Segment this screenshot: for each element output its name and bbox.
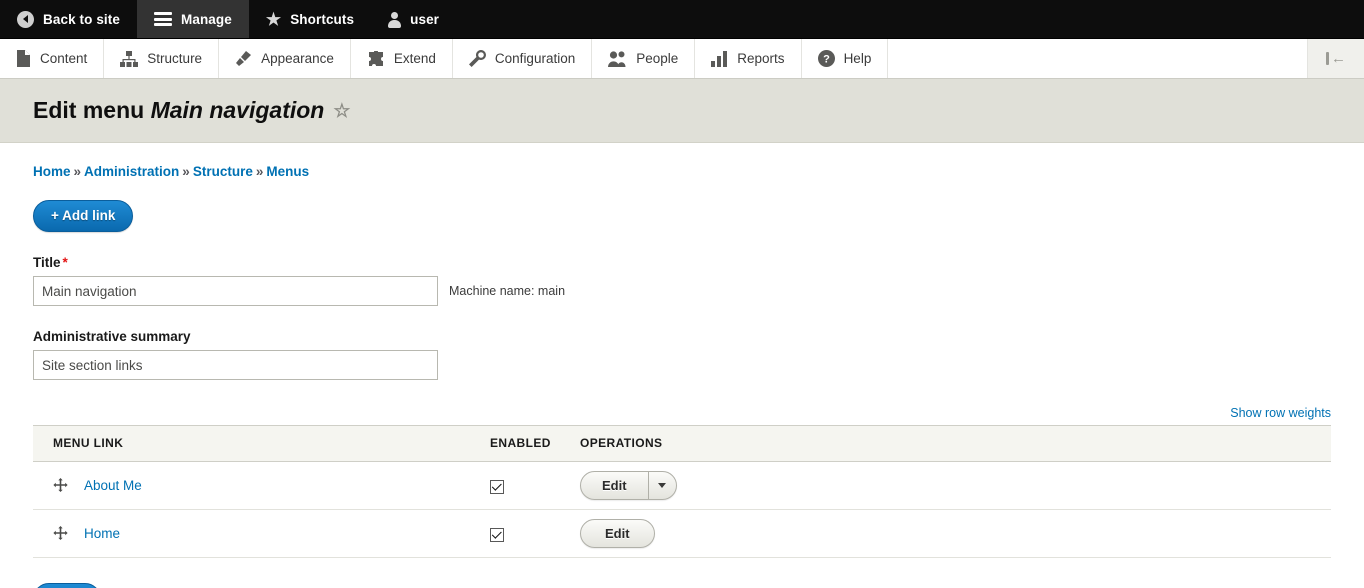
menu-bar-spacer xyxy=(888,39,1308,78)
title-label-text: Title xyxy=(33,255,61,270)
toolbar-collapse-button[interactable]: ← xyxy=(1308,39,1364,78)
chevron-down-icon xyxy=(658,483,667,488)
puzzle-icon xyxy=(367,50,385,67)
menu-item-label: Structure xyxy=(147,51,203,66)
enabled-cell xyxy=(478,509,568,558)
toolbar-item-label: user xyxy=(410,11,440,27)
title-input[interactable] xyxy=(33,276,438,306)
breadcrumb-item-menus[interactable]: Menus xyxy=(266,164,309,179)
move-cross-icon[interactable] xyxy=(53,478,68,493)
summary-field-label: Administrative summary xyxy=(33,329,191,344)
column-header-menu-link: MENU LINK xyxy=(33,425,478,462)
menu-link-cell: About Me xyxy=(33,461,478,510)
menu-item-label: Help xyxy=(843,51,872,66)
menu-item-label: Reports xyxy=(737,51,785,66)
sitemap-icon xyxy=(120,50,139,67)
edit-dropbutton: Edit xyxy=(580,471,677,500)
save-button[interactable]: Save xyxy=(33,583,101,588)
title-field-row: Machine name: main xyxy=(33,276,1331,306)
table-row: About Me Edit xyxy=(33,461,1331,510)
breadcrumb-separator: » xyxy=(182,164,190,179)
edit-button-wrapper: Edit xyxy=(580,519,655,548)
machine-name-text: Machine name: main xyxy=(449,284,566,298)
menu-item-reports[interactable]: Reports xyxy=(695,39,802,78)
person-icon xyxy=(388,11,402,28)
breadcrumb-item-structure[interactable]: Structure xyxy=(193,164,253,179)
operations-cell: Edit xyxy=(568,509,1331,558)
add-link-button[interactable]: + Add link xyxy=(33,200,134,232)
table-header-row: MENU LINK ENABLED OPERATIONS xyxy=(33,425,1331,462)
administrative-summary-input[interactable] xyxy=(33,350,438,380)
bar-chart-icon xyxy=(711,50,728,67)
menu-item-structure[interactable]: Structure xyxy=(104,39,220,78)
column-header-operations: OPERATIONS xyxy=(568,425,1331,462)
row-weights-container: Show row weights xyxy=(33,404,1331,425)
table-head: MENU LINK ENABLED OPERATIONS xyxy=(33,425,1331,462)
menu-link-cell: Home xyxy=(33,509,478,558)
page-title-name: Main navigation xyxy=(150,97,325,123)
menu-item-extend[interactable]: Extend xyxy=(351,39,453,78)
title-field-label: Title * xyxy=(33,255,1331,270)
menu-links-table: MENU LINK ENABLED OPERATIONS About Me Ed… xyxy=(33,425,1331,558)
breadcrumb-item-home[interactable]: Home xyxy=(33,164,71,179)
column-header-enabled: ENABLED xyxy=(478,425,568,462)
enabled-checkbox[interactable] xyxy=(490,527,504,542)
toolbar-item-label: Shortcuts xyxy=(290,11,355,27)
table-body: About Me Edit Home Edit xyxy=(33,461,1331,558)
breadcrumb: Home» Administration» Structure» Menus xyxy=(33,143,1331,179)
save-container: Save xyxy=(33,583,1331,588)
star-outline-icon[interactable]: ☆ xyxy=(333,101,350,122)
edit-button[interactable]: Edit xyxy=(581,472,648,499)
menu-item-label: Content xyxy=(40,51,88,66)
breadcrumb-separator: » xyxy=(255,164,264,179)
add-link-container: + Add link xyxy=(33,200,1331,232)
menu-link-home[interactable]: Home xyxy=(84,526,120,541)
back-circle-icon xyxy=(17,10,34,28)
page-content: Home» Administration» Structure» Menus + Ad… xyxy=(0,143,1364,588)
menu-item-label: Configuration xyxy=(494,51,576,66)
svg-text:?: ? xyxy=(823,54,830,66)
toolbar-item-manage[interactable]: Manage xyxy=(136,0,249,38)
star-filled-icon: ★ xyxy=(265,9,282,29)
show-row-weights-link[interactable]: Show row weights xyxy=(1230,406,1331,420)
people-icon xyxy=(608,50,627,67)
paintbrush-icon xyxy=(235,50,252,67)
menu-item-label: People xyxy=(636,51,679,66)
breadcrumb-separator: » xyxy=(73,164,82,179)
hamburger-icon xyxy=(153,12,172,26)
question-circle-icon: ? xyxy=(817,50,835,67)
required-marker: * xyxy=(62,255,68,270)
toolbar-item-user[interactable]: user xyxy=(371,0,456,38)
menu-item-configuration[interactable]: Configuration xyxy=(453,39,593,78)
menu-link-about-me[interactable]: About Me xyxy=(84,478,142,493)
menu-item-label: Extend xyxy=(393,51,436,66)
menu-item-help[interactable]: ? Help xyxy=(802,39,889,78)
enabled-checkbox[interactable] xyxy=(490,479,504,494)
page-title-band: Edit menu Main navigation ☆ xyxy=(0,79,1364,143)
wrench-icon xyxy=(468,50,486,67)
toolbar-item-back-to-site[interactable]: Back to site xyxy=(0,0,137,38)
operations-cell: Edit xyxy=(568,461,1331,510)
toolbar-item-label: Manage xyxy=(180,11,232,27)
edit-button[interactable]: Edit xyxy=(581,520,654,547)
document-icon xyxy=(16,50,31,67)
toolbar-item-shortcuts[interactable]: ★ Shortcuts xyxy=(249,0,371,38)
summary-field-row xyxy=(33,350,1331,380)
menu-item-appearance[interactable]: Appearance xyxy=(219,39,351,78)
page-title: Edit menu Main navigation ☆ xyxy=(33,97,350,124)
menu-item-label: Appearance xyxy=(261,51,334,66)
edit-dropdown-toggle[interactable] xyxy=(647,472,676,499)
table-row: Home Edit xyxy=(33,509,1331,558)
collapse-left-arrow-icon: ← xyxy=(1326,51,1346,66)
enabled-cell xyxy=(478,461,568,510)
toolbar-item-label: Back to site xyxy=(43,11,120,27)
move-cross-icon[interactable] xyxy=(53,526,68,541)
breadcrumb-item-administration[interactable]: Administration xyxy=(84,164,179,179)
page-title-prefix: Edit menu xyxy=(33,97,145,123)
admin-toolbar: Back to site Manage ★ Shortcuts user xyxy=(0,0,1364,39)
menu-item-content[interactable]: Content xyxy=(0,39,105,78)
admin-menu-bar: Content Structure Appearance Extend Conf… xyxy=(0,39,1364,79)
menu-item-people[interactable]: People xyxy=(592,39,696,78)
